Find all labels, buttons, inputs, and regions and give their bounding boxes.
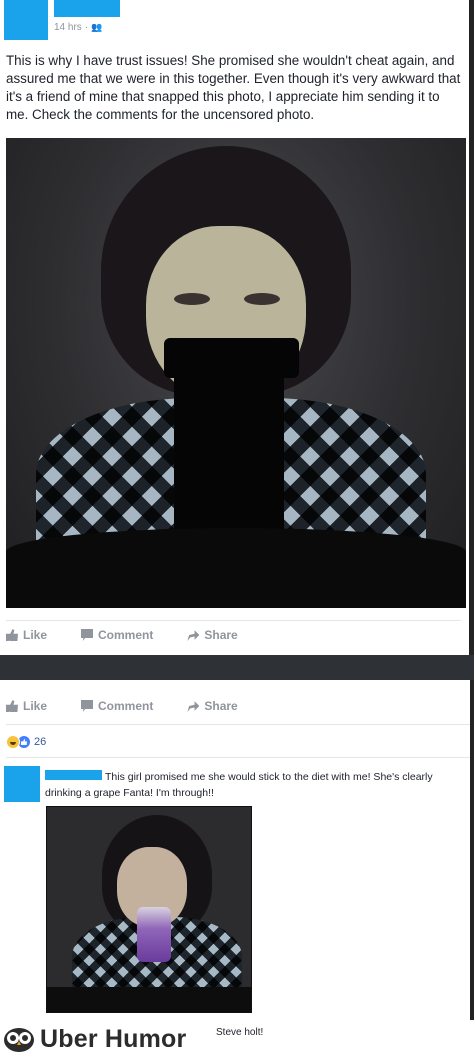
share-icon bbox=[187, 701, 200, 712]
censored-photo[interactable] bbox=[6, 138, 466, 608]
redacted-name[interactable] bbox=[54, 0, 120, 17]
comment-label: Comment bbox=[98, 699, 154, 713]
meta-separator: · bbox=[84, 22, 89, 33]
post-meta: 14 hrs · 👥 bbox=[54, 22, 102, 33]
haha-icon bbox=[6, 735, 20, 749]
share-button[interactable]: Share bbox=[187, 699, 238, 713]
watermark-footer: Uber Humor Steve holt! bbox=[0, 1021, 474, 1056]
share-label: Share bbox=[204, 628, 238, 642]
brand-name: Uber Humor bbox=[40, 1025, 187, 1053]
comment-label: Comment bbox=[98, 628, 154, 642]
like-button[interactable]: Like bbox=[6, 699, 47, 713]
reactions-summary[interactable]: 26 bbox=[6, 735, 46, 749]
share-button[interactable]: Share bbox=[187, 628, 238, 642]
reaction-count[interactable]: 26 bbox=[34, 736, 46, 748]
uncensored-photo[interactable] bbox=[46, 806, 252, 1013]
post-actions: Like Comment Share bbox=[6, 628, 272, 642]
divider bbox=[6, 724, 470, 725]
comments-panel: Like Comment Share 26 This girl promised… bbox=[0, 680, 474, 1056]
like-label: Like bbox=[23, 699, 48, 713]
comment-name-redacted[interactable] bbox=[45, 770, 102, 780]
comment-icon bbox=[81, 629, 94, 641]
post-actions: Like Comment Share bbox=[6, 699, 272, 713]
panel-border bbox=[470, 680, 474, 1020]
divider bbox=[6, 757, 470, 758]
redacted-avatar[interactable] bbox=[4, 0, 48, 40]
like-icon bbox=[6, 700, 18, 712]
comment-button[interactable]: Comment bbox=[81, 628, 153, 642]
screenshot-separator bbox=[0, 655, 474, 680]
like-label: Like bbox=[23, 628, 48, 642]
share-label: Share bbox=[204, 699, 238, 713]
fanta-can bbox=[137, 907, 171, 962]
like-icon bbox=[6, 629, 18, 641]
comment-icon bbox=[81, 700, 94, 712]
caption: Steve holt! bbox=[216, 1027, 264, 1038]
like-button[interactable]: Like bbox=[6, 628, 47, 642]
comment-avatar-redacted[interactable] bbox=[4, 766, 40, 802]
post-panel: 14 hrs · 👥 This is why I have trust issu… bbox=[0, 0, 474, 655]
friends-icon[interactable]: 👥 bbox=[91, 22, 102, 33]
post-text: This is why I have trust issues! She pro… bbox=[6, 53, 461, 122]
comment-text: This girl promised me she would stick to… bbox=[45, 771, 433, 799]
divider bbox=[6, 620, 461, 621]
post-timestamp[interactable]: 14 hrs bbox=[54, 22, 82, 33]
owl-logo-icon bbox=[4, 1028, 34, 1052]
comment-button[interactable]: Comment bbox=[81, 699, 153, 713]
panel-border bbox=[469, 0, 474, 655]
share-icon bbox=[187, 630, 200, 641]
